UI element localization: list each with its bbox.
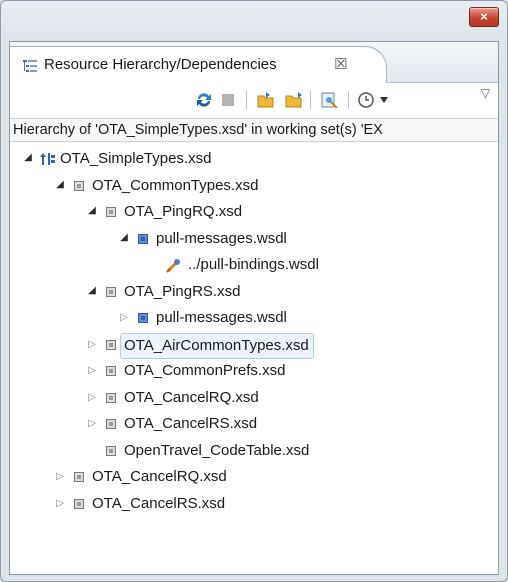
tree-item-label: OTA_CancelRS.xsd [92,494,226,512]
xsd-file-icon [106,207,116,217]
expand-twistie-icon[interactable] [86,386,98,410]
tree-item[interactable]: OTA_PingRQ.xsd [86,200,498,224]
cycle-link-icon [166,259,180,273]
tree-item[interactable]: OTA_PingRS.xsd [86,280,498,304]
tree-item-label: OTA_CommonPrefs.xsd [124,362,286,379]
window-close-button[interactable]: × [469,7,499,27]
xsd-file-icon [106,339,116,350]
tree-item[interactable]: OTA_CommonPrefs.xsd [86,359,498,383]
tree-item[interactable]: OTA_CommonTypes.xsd [54,174,498,198]
tree-item[interactable]: ../pull-bindings.wsdl [150,253,498,277]
tree-item-label: OTA_CommonTypes.xsd [92,176,259,194]
tree-item-label: OTA_CancelRQ.xsd [124,388,259,406]
collapse-twistie-icon[interactable] [86,280,98,304]
tree-item-label: pull-messages.wsdl [156,229,287,247]
expand-twistie-icon[interactable] [86,333,98,357]
view-toolbar: ▽ [10,83,498,117]
tree-item[interactable]: OTA_SimpleTypes.xsd [22,147,498,171]
tree-item[interactable]: pull-messages.wsdl [118,306,498,330]
tree-item-label: OpenTravel_CodeTable.xsd [124,441,310,459]
xsd-file-icon [106,445,116,456]
history-dropdown-icon[interactable] [380,97,388,103]
configure-scope-icon[interactable] [320,90,340,110]
tree-item[interactable]: pull-messages.wsdl [118,227,498,251]
xsd-file-icon [74,472,84,482]
tree-item-label: pull-messages.wsdl [156,309,287,326]
expand-twistie-icon[interactable] [54,465,66,489]
xsd-file-icon [74,180,84,191]
tree-item[interactable]: OTA_AirCommonTypes.xsd [86,332,498,359]
tree-item[interactable]: OTA_CancelRQ.xsd [54,465,498,489]
tree-item-label: OTA_CancelRS.xsd [124,415,258,432]
resource-hierarchy-view: Resource Hierarchy/Dependencies ☒ ▽ Hier… [9,41,499,575]
tree-item-label: ../pull-bindings.wsdl [188,256,319,273]
tree-item-label: OTA_PingRS.xsd [124,282,241,300]
show-hierarchy-icon[interactable] [256,90,276,110]
expand-twistie-icon[interactable] [86,412,98,436]
hierarchy-view-icon [23,60,37,72]
tab-close-icon[interactable]: ☒ [334,55,347,73]
tree-item-label: OTA_SimpleTypes.xsd [60,150,212,167]
refresh-icon[interactable] [194,90,214,110]
view-menu-icon[interactable]: ▽ [481,86,490,100]
show-dependencies-icon[interactable] [284,90,304,110]
tree-item[interactable]: OpenTravel_CodeTable.xsd [86,439,498,463]
view-tab-bar: Resource Hierarchy/Dependencies ☒ [10,42,498,83]
wsdl-file-icon [138,313,148,323]
xsd-file-icon [106,419,116,429]
history-icon[interactable] [356,90,376,110]
collapse-twistie-icon[interactable] [118,227,130,251]
xsd-file-icon [106,286,116,297]
tree-item[interactable]: OTA_CancelRS.xsd [54,492,498,516]
expand-twistie-icon[interactable] [118,306,130,330]
collapse-twistie-icon[interactable] [54,174,66,198]
hierarchy-tree[interactable]: OTA_SimpleTypes.xsd OTA_CommonTypes.xsd OT… [10,143,498,573]
expand-twistie-icon[interactable] [54,492,66,516]
tab-resource-hierarchy[interactable]: Resource Hierarchy/Dependencies ☒ [10,46,387,83]
toolbar-separator [348,91,349,109]
tree-item[interactable]: OTA_CancelRQ.xsd [86,386,498,410]
hierarchy-status-line: Hierarchy of 'OTA_SimpleTypes.xsd' in wo… [10,118,498,142]
toolbar-separator [246,91,247,109]
hierarchy-root-icon [40,153,55,165]
collapse-twistie-icon[interactable] [86,200,98,224]
stop-icon[interactable] [222,94,234,106]
wsdl-file-icon [138,233,148,244]
collapse-twistie-icon[interactable] [22,147,34,171]
xsd-file-icon [74,498,84,509]
tree-item-label: OTA_PingRQ.xsd [124,203,243,220]
tree-item-label: OTA_AirCommonTypes.xsd [120,332,314,359]
tab-title: Resource Hierarchy/Dependencies [44,56,277,73]
tree-item-label: OTA_CancelRQ.xsd [92,468,227,485]
expand-twistie-icon[interactable] [86,359,98,383]
toolbar-separator [310,91,311,109]
xsd-file-icon [106,392,116,403]
dialog-window: × Resource Hierarchy/Dependencies ☒ ▽ Hi… [0,0,508,582]
xsd-file-icon [106,366,116,376]
tree-item[interactable]: OTA_CancelRS.xsd [86,412,498,436]
